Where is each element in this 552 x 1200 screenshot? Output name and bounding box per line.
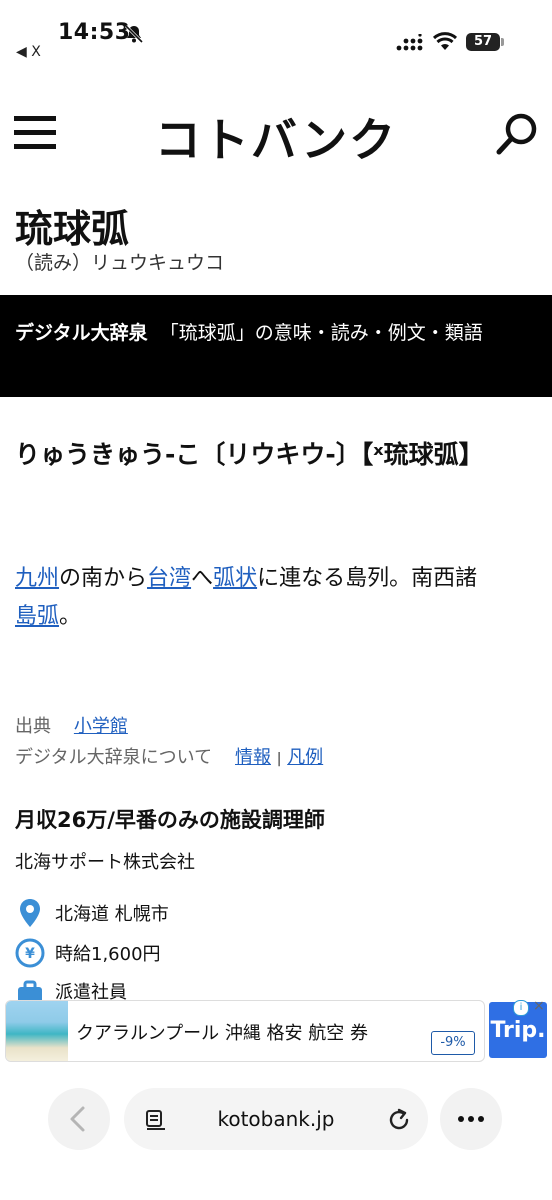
ad-close-icon[interactable]: × xyxy=(533,998,545,1014)
job-ad-company: 北海サポート株式会社 xyxy=(15,852,195,873)
entry-definition: 九州の南から台湾へ弧状に連なる島列。南西諸島弧。 xyxy=(15,560,545,636)
location-pin-icon xyxy=(15,898,45,928)
wifi-icon xyxy=(432,32,458,56)
address-bar[interactable]: kotobank.jp xyxy=(124,1088,428,1150)
about-legend-link[interactable]: 凡例 xyxy=(287,747,323,768)
source-line: 出典 小学館 xyxy=(15,712,128,738)
chevron-left-icon xyxy=(70,1106,85,1132)
url-text[interactable]: kotobank.jp xyxy=(124,1107,428,1131)
word-reading: （読み）リュウキュウコ xyxy=(15,252,225,274)
dictionary-subtitle: 「琉球弧」の意味・読み・例文・類語 xyxy=(159,322,483,344)
back-to-app-link[interactable]: ◀ X xyxy=(16,44,41,60)
job-ad-wage: ¥ 時給1,600円 xyxy=(15,938,161,968)
job-ad-title[interactable]: 月収26万/早番のみの施設調理師 xyxy=(15,804,325,834)
entry-headword: りゅうきゅう-こ〔リウキウ-〕【ˣ琉球弧】 xyxy=(15,440,484,469)
battery-tip xyxy=(501,38,504,46)
search-icon[interactable] xyxy=(494,110,542,158)
about-info-link[interactable]: 情報 xyxy=(235,747,271,768)
yen-icon: ¥ xyxy=(15,938,45,968)
about-line: デジタル大辞泉について 情報 | 凡例 xyxy=(15,743,323,769)
page-title: 琉球弧 xyxy=(15,206,130,251)
definition-text: へ xyxy=(191,566,214,591)
definition-link-taiwan[interactable]: 台湾 xyxy=(147,566,191,591)
status-time: 14:53 xyxy=(58,20,131,45)
definition-link-island-arc[interactable]: 島弧 xyxy=(15,604,59,629)
job-ad-location-text: 北海道 札幌市 xyxy=(55,904,169,925)
about-text: デジタル大辞泉について xyxy=(15,747,213,768)
site-logo[interactable]: コトバンク xyxy=(0,104,552,170)
definition-link-kyushu[interactable]: 九州 xyxy=(15,566,59,591)
reload-icon[interactable] xyxy=(386,1107,412,1137)
cellular-signal-icon xyxy=(396,33,424,56)
dictionary-name: デジタル大辞泉 xyxy=(15,322,148,344)
browser-back-button[interactable] xyxy=(48,1088,110,1150)
banner-ad-text[interactable]: クアラルンプール 沖縄 格安 航空 券 xyxy=(76,1019,368,1045)
definition-text: の南から xyxy=(59,566,148,591)
source-label: 出典 xyxy=(15,716,51,737)
job-ad-location: 北海道 札幌市 xyxy=(15,898,169,928)
ad-beach-image xyxy=(6,1001,68,1061)
definition-text: に連なる島列。南西諸 xyxy=(257,566,478,591)
more-options-button[interactable] xyxy=(440,1088,502,1150)
banner-ad[interactable]: クアラルンプール 沖縄 格安 航空 券 -9% xyxy=(5,1000,485,1062)
battery-indicator: 57 xyxy=(466,33,500,51)
definition-link-arc-shape[interactable]: 弧状 xyxy=(213,566,257,591)
ad-info-icon[interactable]: i xyxy=(513,1000,529,1016)
briefcase-icon xyxy=(15,978,45,1000)
source-publisher-link[interactable]: 小学館 xyxy=(74,716,128,737)
definition-text: 。 xyxy=(59,604,82,629)
bell-muted-icon xyxy=(124,24,144,48)
ellipsis-icon xyxy=(458,1116,484,1122)
job-ad-employment-text: 派遣社員 xyxy=(55,982,127,1000)
banner-ad-discount: -9% xyxy=(431,1031,475,1055)
job-ad-employment: 派遣社員 xyxy=(15,978,127,1000)
dictionary-band-text: デジタル大辞泉 「琉球弧」の意味・読み・例文・類語 xyxy=(15,316,540,350)
svg-text:¥: ¥ xyxy=(25,946,35,962)
about-separator: | xyxy=(276,751,282,767)
job-ad-wage-text: 時給1,600円 xyxy=(55,944,161,965)
